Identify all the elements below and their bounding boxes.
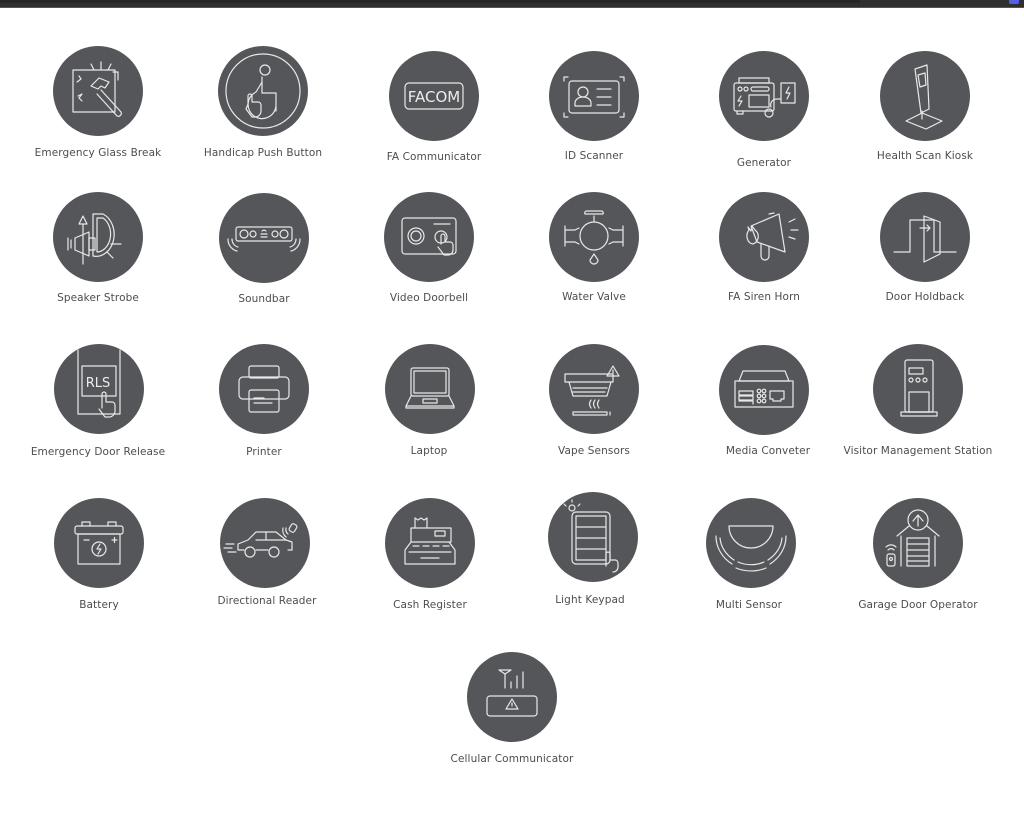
water-valve-icon[interactable]	[549, 192, 639, 282]
id-card-icon[interactable]	[549, 51, 639, 141]
battery-icon[interactable]	[54, 498, 144, 588]
cellular-communicator-icon[interactable]	[467, 652, 557, 742]
device-label: Visitor Management Station	[843, 445, 993, 457]
door-release-icon[interactable]: RLS	[54, 344, 144, 434]
soundbar-icon[interactable]	[219, 193, 309, 283]
light-keypad-icon[interactable]	[548, 492, 638, 582]
device-label: Garage Door Operator	[858, 599, 978, 611]
vape-sensor-icon[interactable]	[549, 344, 639, 434]
cash-register-icon[interactable]	[385, 498, 475, 588]
device-label: Door Holdback	[885, 291, 965, 303]
multi-sensor-icon[interactable]	[706, 498, 796, 588]
garage-door-icon[interactable]	[873, 498, 963, 588]
video-doorbell-icon[interactable]	[384, 192, 474, 282]
laptop-icon[interactable]	[385, 344, 475, 434]
device-label: Cellular Communicator	[450, 753, 574, 765]
top-bar-indicator[interactable]	[1009, 0, 1019, 4]
rls-text: RLS	[86, 376, 111, 391]
generator-icon[interactable]	[719, 51, 809, 141]
car-reader-icon[interactable]	[220, 498, 310, 588]
device-label: Vape Sensors	[558, 445, 630, 457]
printer-icon[interactable]	[219, 344, 309, 434]
media-converter-icon[interactable]	[719, 345, 809, 435]
siren-horn-icon[interactable]	[719, 192, 809, 282]
glass-break-icon[interactable]	[53, 46, 143, 136]
facom-text: FACOM	[408, 88, 460, 106]
device-label: Handicap Push Button	[203, 147, 323, 159]
handicap-push-button-icon[interactable]	[218, 46, 308, 136]
device-label: Health Scan Kiosk	[876, 150, 974, 162]
door-open-icon[interactable]	[880, 192, 970, 282]
kiosk-icon[interactable]	[880, 51, 970, 141]
visitor-station-icon[interactable]	[873, 344, 963, 434]
top-bar-segment	[0, 0, 860, 3]
facom-icon[interactable]: FACOM	[389, 51, 479, 141]
browser-top-bar	[0, 0, 1024, 8]
speaker-strobe-icon[interactable]	[53, 192, 143, 282]
